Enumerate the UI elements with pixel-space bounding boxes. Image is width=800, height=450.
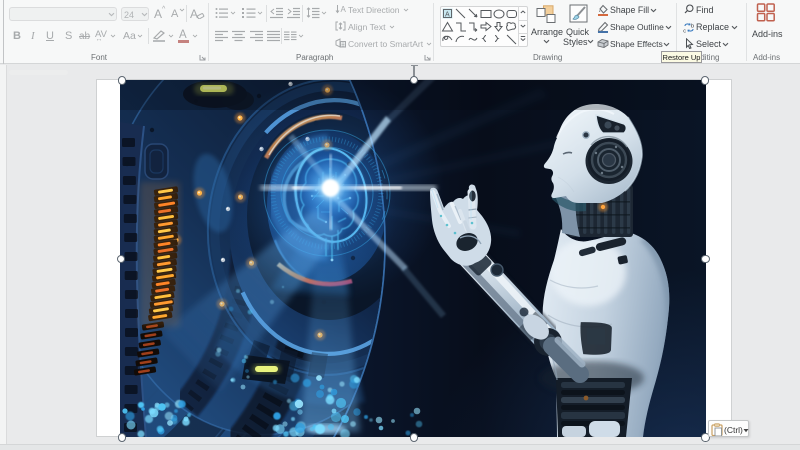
svg-text:A: A — [341, 5, 347, 14]
svg-text:b: b — [691, 23, 694, 29]
svg-text:A: A — [445, 12, 450, 19]
svg-text:c: c — [683, 28, 686, 33]
